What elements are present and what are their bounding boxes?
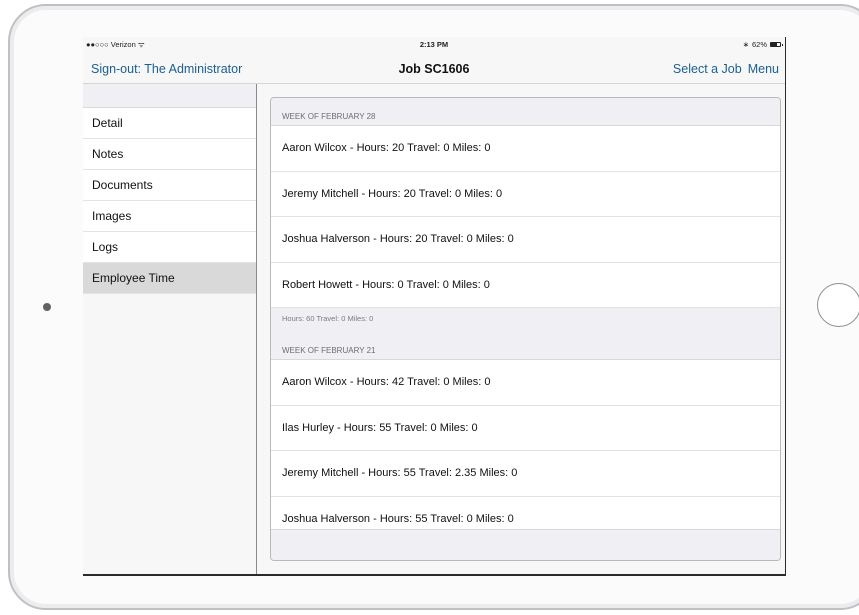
section-footer-totals: Hours: 60 Travel: 0 Miles: 0 xyxy=(271,308,780,332)
table-row[interactable]: Jeremy Mitchell - Hours: 20 Travel: 0 Mi… xyxy=(271,171,780,217)
employee-time-table[interactable]: WEEK OF FEBRUARY 28 Aaron Wilcox - Hours… xyxy=(270,97,781,561)
sidebar-header-gap xyxy=(83,84,256,108)
sidebar-item-detail[interactable]: Detail xyxy=(83,108,256,139)
nav-right-buttons: Select a Job Menu xyxy=(673,62,779,76)
app-screen: ●●○○○ Verizon ᯤ 2:13 PM ∗ 62% Sign-out: … xyxy=(83,37,786,576)
sidebar-item-documents[interactable]: Documents xyxy=(83,170,256,201)
sidebar-item-images[interactable]: Images xyxy=(83,201,256,232)
table-row[interactable]: Joshua Halverson - Hours: 20 Travel: 0 M… xyxy=(271,217,780,263)
table-bottom-edge xyxy=(271,529,780,560)
sidebar-item-employee-time[interactable]: Employee Time xyxy=(83,263,256,294)
battery-percent: 62% xyxy=(751,40,767,49)
battery-icon xyxy=(770,42,783,47)
sidebar: Detail Notes Documents Images Logs Emplo… xyxy=(83,84,257,574)
table-row[interactable]: Robert Howett - Hours: 0 Travel: 0 Miles… xyxy=(271,262,780,308)
table-row[interactable]: Jeremy Mitchell - Hours: 55 Travel: 2.35… xyxy=(271,451,780,497)
home-button[interactable] xyxy=(817,283,859,327)
status-bar: ●●○○○ Verizon ᯤ 2:13 PM ∗ 62% xyxy=(83,37,785,51)
menu-button[interactable]: Menu xyxy=(748,62,779,76)
sidebar-item-logs[interactable]: Logs xyxy=(83,232,256,263)
status-right: ∗ 62% xyxy=(742,40,783,49)
select-job-button[interactable]: Select a Job xyxy=(673,62,742,76)
section-header: WEEK OF FEBRUARY 28 xyxy=(271,98,780,126)
table-row[interactable]: Aaron Wilcox - Hours: 20 Travel: 0 Miles… xyxy=(271,126,780,172)
status-time: 2:13 PM xyxy=(419,40,449,49)
sidebar-item-notes[interactable]: Notes xyxy=(83,139,256,170)
section-header: WEEK OF FEBRUARY 21 xyxy=(271,332,780,360)
bluetooth-icon: ∗ xyxy=(742,40,749,49)
table-row[interactable]: Aaron Wilcox - Hours: 42 Travel: 0 Miles… xyxy=(271,360,780,406)
table-row[interactable]: Ilas Hurley - Hours: 55 Travel: 0 Miles:… xyxy=(271,405,780,451)
camera-dot xyxy=(43,303,51,311)
navigation-bar: Sign-out: The Administrator Job SC1606 S… xyxy=(83,51,785,84)
detail-pane: WEEK OF FEBRUARY 28 Aaron Wilcox - Hours… xyxy=(257,84,785,574)
